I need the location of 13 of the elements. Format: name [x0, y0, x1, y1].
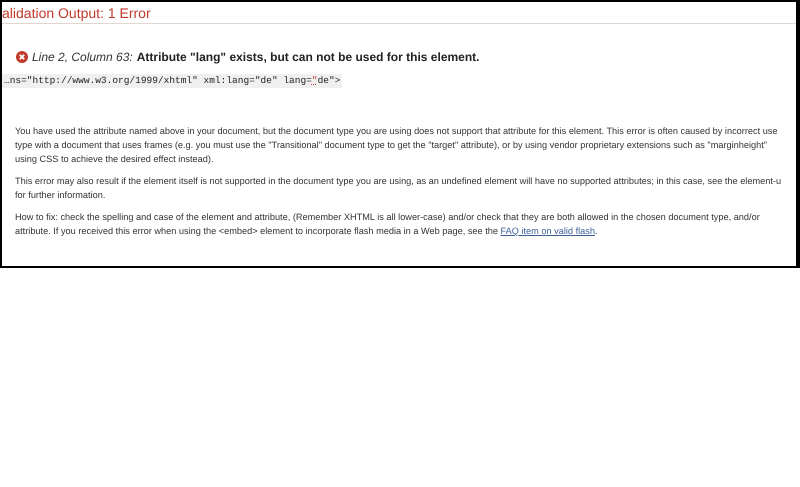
- error-message: Attribute "lang" exists, but can not be used for this element.: [136, 49, 480, 66]
- paragraph-line: using CSS to achieve the desired effect instead).: [15, 153, 215, 166]
- error-marker: ": [312, 75, 318, 86]
- paragraph-line: attribute. If you received this error when using the <embed> element to incorporate flash media in a Web page, see the FAQ item on valid flash.: [15, 225, 599, 238]
- paragraph-line: You have used the attribute named above in your document, but the document type you are using does not support that attribute for this element. This error is often caused by incorrect use: [15, 125, 779, 138]
- paragraph-line: type with a document that uses frames (e.g. you must use the "Transitional" document type to get the "target" attribute), or by using vendor proprietary extensions such as "marginheight": [15, 139, 768, 152]
- panel-title: alidation Output: 1 Error: [2, 5, 152, 21]
- error-location: Line 2, Column 63:: [32, 49, 133, 66]
- paragraph-line: This error may also result if the element itself is not supported in the document type you are using, as an undefined element will have no supported attributes; in this case, see the element-u: [15, 175, 782, 188]
- error-icon: [16, 51, 28, 63]
- paragraph-line: How to fix: check the spelling and case of the element and attribute, (Remember XHTML is all lower-case) and/or check that they are both allowed in the chosen document type, and/or: [15, 211, 761, 224]
- paragraph-line: for further information.: [15, 189, 106, 202]
- faq-link[interactable]: FAQ item on valid flash: [500, 226, 595, 236]
